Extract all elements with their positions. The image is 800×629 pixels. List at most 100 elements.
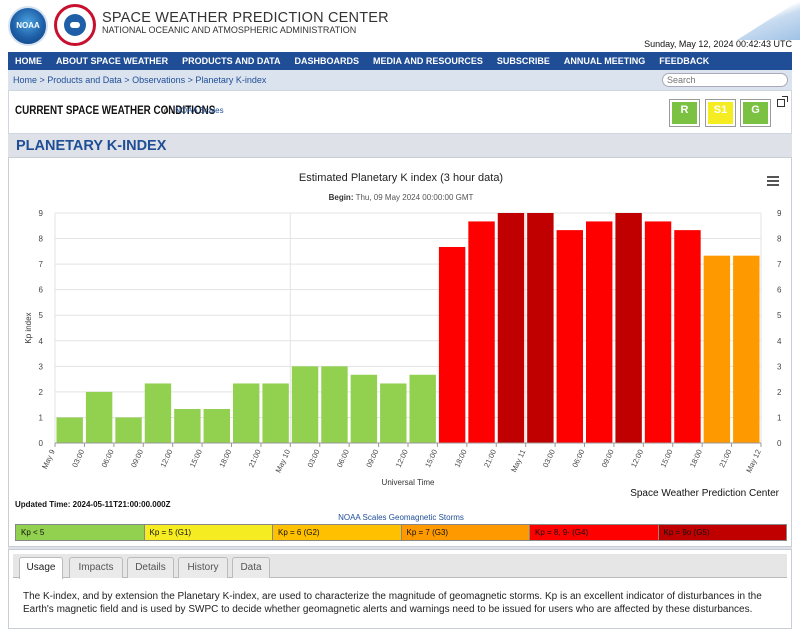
kp-bar <box>203 409 230 443</box>
x-tick-label: 18:00 <box>217 448 233 469</box>
y-tick-label-left: 1 <box>39 413 44 422</box>
nav-item-about[interactable]: ABOUT SPACE WEATHER <box>49 56 175 66</box>
x-tick-label: 06:00 <box>100 448 116 469</box>
noaa-scales-link[interactable]: NOAA Scales <box>175 106 223 115</box>
y-tick-label-right: 1 <box>777 413 782 422</box>
kp-bar <box>409 374 436 443</box>
x-tick-label: 15:00 <box>188 448 204 469</box>
nav-item-subscribe[interactable]: SUBSCRIBE <box>490 56 557 66</box>
kp-bar <box>674 230 701 443</box>
scale-bar <box>743 119 768 124</box>
scale-label: G <box>743 102 768 119</box>
nav-item-dashboards[interactable]: DASHBOARDS <box>288 56 367 66</box>
kp-bar <box>615 213 642 443</box>
y-tick-label-right: 5 <box>777 311 782 320</box>
y-tick-label-right: 2 <box>777 388 782 397</box>
scale-bar <box>672 119 697 124</box>
x-tick-label: 12:00 <box>394 448 410 469</box>
nav-item-products[interactable]: PRODUCTS AND DATA <box>175 56 287 66</box>
tab-details[interactable]: Details <box>127 557 174 578</box>
x-tick-label: 18:00 <box>688 448 704 469</box>
x-tick-label: 03:00 <box>305 448 321 469</box>
tab-history[interactable]: History <box>178 557 228 578</box>
y-tick-label-right: 3 <box>777 362 782 371</box>
y-tick-label-left: 3 <box>39 362 44 371</box>
y-tick-label-left: 5 <box>39 311 44 320</box>
scale-indicator-s1[interactable]: S1 <box>705 99 736 127</box>
kp-bar-chart: 0 0 1 1 2 2 3 3 4 4 5 5 6 6 7 7 8 8 9 9 May 9 03:00 06:00 09:00… <box>24 209 782 487</box>
kp-bar <box>291 366 319 443</box>
search-input[interactable] <box>662 73 788 87</box>
x-tick-label: May 9 <box>40 448 57 470</box>
kp-bar <box>468 221 495 443</box>
x-tick-label: 21:00 <box>247 448 263 469</box>
y-tick-label-left: 9 <box>39 209 44 218</box>
site-title[interactable]: SPACE WEATHER PREDICTION CENTER <box>102 10 389 26</box>
info-tabs-panel: Usage Impacts Details History Data The K… <box>8 549 792 629</box>
kp-bar <box>644 221 672 443</box>
kp-bar <box>115 417 142 443</box>
kp-bar <box>350 374 378 443</box>
x-axis-title: Universal Time <box>382 478 435 487</box>
kp-bar <box>586 221 613 443</box>
x-tick-label: 12:00 <box>629 448 645 469</box>
x-tick-label: 12:00 <box>158 448 174 469</box>
y-tick-label-right: 9 <box>777 209 782 218</box>
noaa-logo[interactable]: NOAA <box>8 6 48 46</box>
x-tick-label: 06:00 <box>570 448 586 469</box>
kp-bar <box>85 391 113 443</box>
nav-item-home[interactable]: HOME <box>8 56 49 66</box>
x-tick-label: 09:00 <box>129 448 145 469</box>
x-tick-label: 18:00 <box>453 448 469 469</box>
x-tick-label: May 10 <box>274 448 293 474</box>
kp-bar <box>497 213 525 443</box>
current-conditions-panel: CURRENT SPACE WEATHER CONDITIONS on NOAA… <box>8 90 792 134</box>
usage-description: The K-index, and by extension the Planet… <box>23 591 762 615</box>
kp-bar <box>703 255 731 443</box>
scale-indicator-r[interactable]: R <box>669 99 700 127</box>
scale-label: S1 <box>708 102 733 119</box>
tab-data[interactable]: Data <box>232 557 270 578</box>
legend-caption[interactable]: NOAA Scales Geomagnetic Storms <box>9 513 793 522</box>
y-tick-label-left: 7 <box>39 260 44 269</box>
x-tick-label: 15:00 <box>423 448 439 469</box>
kp-bar <box>556 230 583 443</box>
y-tick-label-right: 6 <box>777 286 782 295</box>
kp-bar <box>262 383 289 443</box>
updated-time: Updated Time: 2024-05-11T21:00:00.000Z <box>15 500 171 509</box>
noaa-logo-text: NOAA <box>16 21 40 30</box>
nav-item-feedback[interactable]: FEEDBACK <box>652 56 716 66</box>
tab-impacts[interactable]: Impacts <box>69 557 123 578</box>
y-tick-label-right: 8 <box>777 235 782 244</box>
external-link-icon[interactable] <box>777 96 788 107</box>
x-tick-label: 03:00 <box>70 448 86 469</box>
y-tick-label-left: 0 <box>39 439 44 448</box>
kp-bar <box>174 409 201 443</box>
nws-logo[interactable] <box>54 4 96 46</box>
x-tick-label: 21:00 <box>482 448 498 469</box>
kp-bar <box>733 255 760 443</box>
y-tick-label-left: 8 <box>39 235 44 244</box>
x-tick-label: 09:00 <box>600 448 616 469</box>
header-decoration <box>737 0 800 40</box>
legend-cell-1: Kp = 5 (G1) <box>144 525 273 540</box>
y-tick-label-right: 4 <box>777 337 782 346</box>
kp-bar <box>233 383 260 443</box>
nav-item-media[interactable]: MEDIA AND RESOURCES <box>366 56 490 66</box>
breadcrumb-bar: Home > Products and Data > Observations … <box>8 70 792 90</box>
nav-item-annual-meeting[interactable]: ANNUAL MEETING <box>557 56 652 66</box>
legend-cell-4: Kp = 8, 9- (G4) <box>530 525 659 540</box>
kp-bar <box>380 383 407 443</box>
breadcrumb[interactable]: Home > Products and Data > Observations … <box>13 75 266 85</box>
scale-indicator-g[interactable]: G <box>740 99 771 127</box>
x-tick-label: May 12 <box>744 448 763 474</box>
main-nav: HOME ABOUT SPACE WEATHER PRODUCTS AND DA… <box>8 52 792 70</box>
x-tick-label: 09:00 <box>364 448 380 469</box>
y-tick-label-right: 7 <box>777 260 782 269</box>
x-tick-label: 06:00 <box>335 448 351 469</box>
kp-bar <box>56 417 83 443</box>
tab-usage[interactable]: Usage <box>19 557 63 579</box>
legend-cell-2: Kp = 6 (G2) <box>273 525 402 540</box>
chart-credit: Space Weather Prediction Center <box>630 488 779 499</box>
scale-bar <box>708 119 733 124</box>
